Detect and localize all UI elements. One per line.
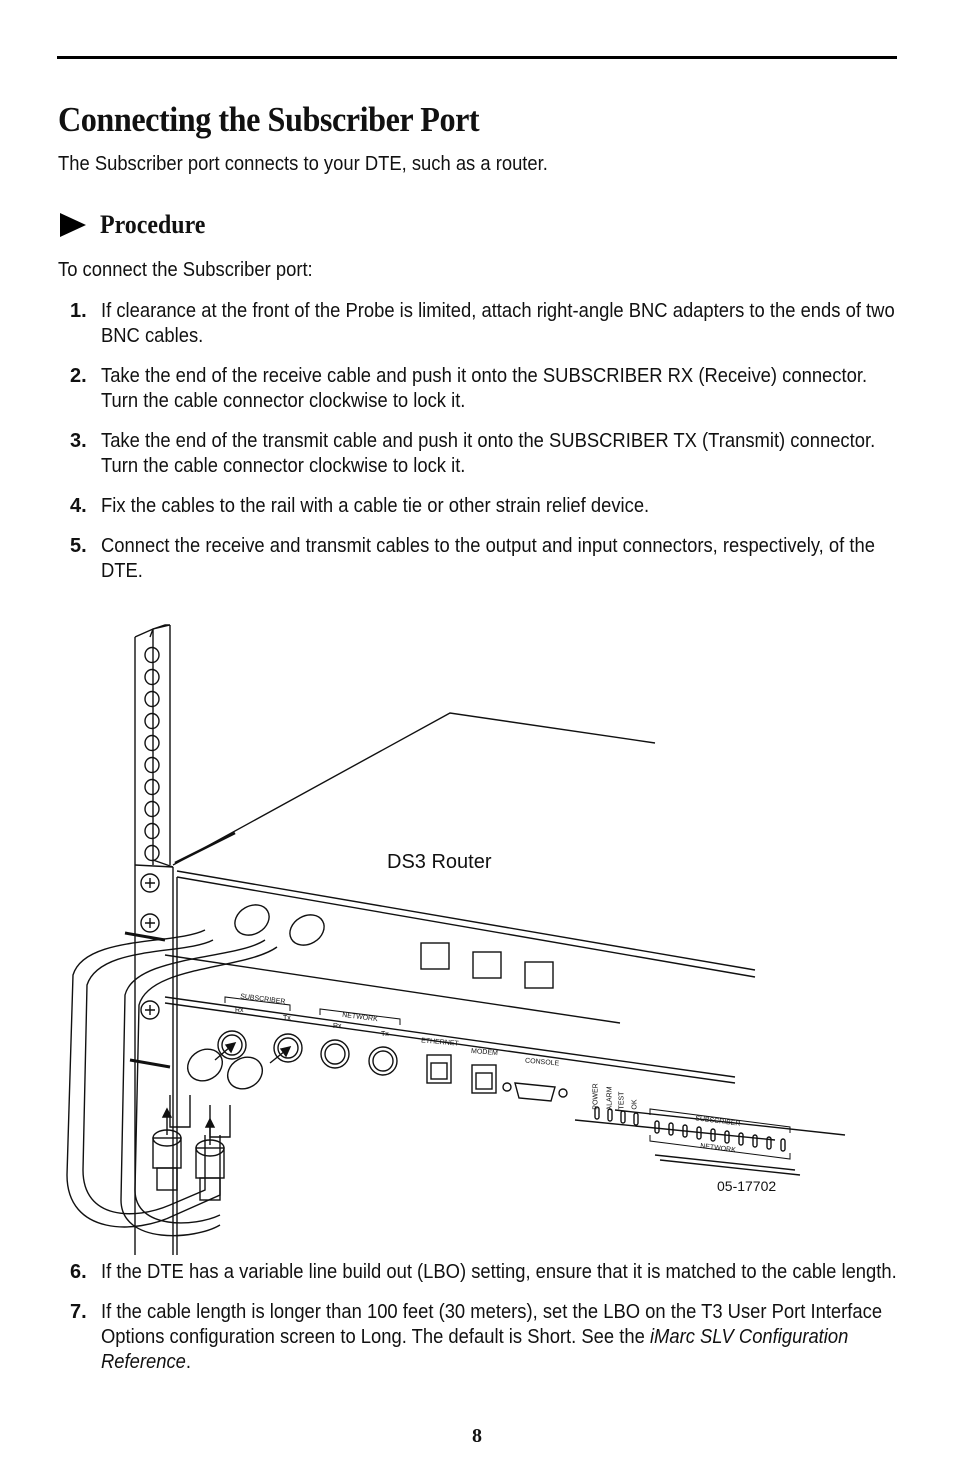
alarm-led-label: ALARM (606, 1086, 614, 1111)
step-text: Take the end of the transmit cable and p… (101, 430, 876, 477)
step-text: Take the end of the receive cable and pu… (101, 365, 868, 412)
bnc-connectors (217, 1030, 398, 1076)
step-number: 6. (70, 1261, 87, 1283)
network-rx-label: Rx (333, 1023, 342, 1030)
rail-holes (144, 646, 160, 862)
header-rule (57, 56, 897, 59)
step-item: 2. Take the end of the receive cable and… (58, 364, 954, 414)
step-text: If the DTE has a variable line build out… (101, 1261, 897, 1283)
step-item: 4. Fix the cables to the rail with a cab… (58, 494, 954, 519)
rear-ports (420, 942, 554, 989)
procedure-label: Procedure (100, 210, 206, 239)
step-item: 6. If the DTE has a variable line build … (58, 1260, 954, 1285)
step-list-first: 1. If clearance at the front of the Prob… (58, 299, 954, 599)
test-led-label: TEST (618, 1091, 626, 1110)
mounting-screws (140, 873, 160, 1020)
figure-id: 05-17702 (717, 1178, 777, 1194)
power-led-label: POWER (592, 1083, 600, 1110)
step-item: 1. If clearance at the front of the Prob… (58, 299, 954, 349)
subscriber-tx-label: Tx (283, 1015, 291, 1022)
label-brackets (224, 996, 791, 1160)
router-label: DS3 Router (387, 851, 492, 873)
step-text-end: . (185, 1351, 192, 1373)
page-number: 8 (472, 1425, 482, 1447)
subscriber-rx-label: Rx (235, 1007, 244, 1014)
lead-in-text: To connect the Subscriber port: (58, 259, 313, 281)
step-number: 3. (70, 430, 87, 452)
ok-led-label: OK (631, 1099, 639, 1110)
console-port (502, 1082, 568, 1102)
step-item: 7. If the cable length is longer than 10… (58, 1300, 954, 1375)
step-item: 3. Take the end of the transmit cable an… (58, 429, 954, 479)
router-connection-figure: DS3 Router SUBSCRIBER Rx Tx NETWORK Rx T… (55, 615, 855, 1255)
status-leds (594, 1106, 786, 1152)
step-item: 5. Connect the receive and transmit cabl… (58, 534, 954, 584)
step-number: 4. (70, 495, 87, 517)
step-number: 2. (70, 365, 87, 387)
step-number: 1. (70, 300, 87, 322)
router-chassis (164, 712, 846, 1255)
step-text: Fix the cables to the rail with a cable … (101, 495, 650, 517)
intro-text: The Subscriber port connects to your DTE… (58, 153, 548, 175)
network-tx-label: Tx (381, 1031, 389, 1038)
step-text: If clearance at the front of the Probe i… (101, 300, 895, 347)
step-number: 7. (70, 1301, 87, 1323)
triangle-bullet-icon (60, 213, 86, 237)
router-illustration (66, 624, 846, 1255)
bnc-cables (66, 904, 325, 1237)
procedure-heading: Procedure (60, 210, 215, 240)
step-text: Connect the receive and transmit cables … (101, 535, 875, 582)
step-list-second: 6. If the DTE has a variable line build … (58, 1260, 954, 1390)
step-number: 5. (70, 535, 87, 557)
front-jacks (426, 1054, 497, 1094)
step-text-with-ref: If the cable length is longer than 100 f… (101, 1300, 901, 1375)
page-title: Connecting the Subscriber Port (58, 100, 480, 139)
